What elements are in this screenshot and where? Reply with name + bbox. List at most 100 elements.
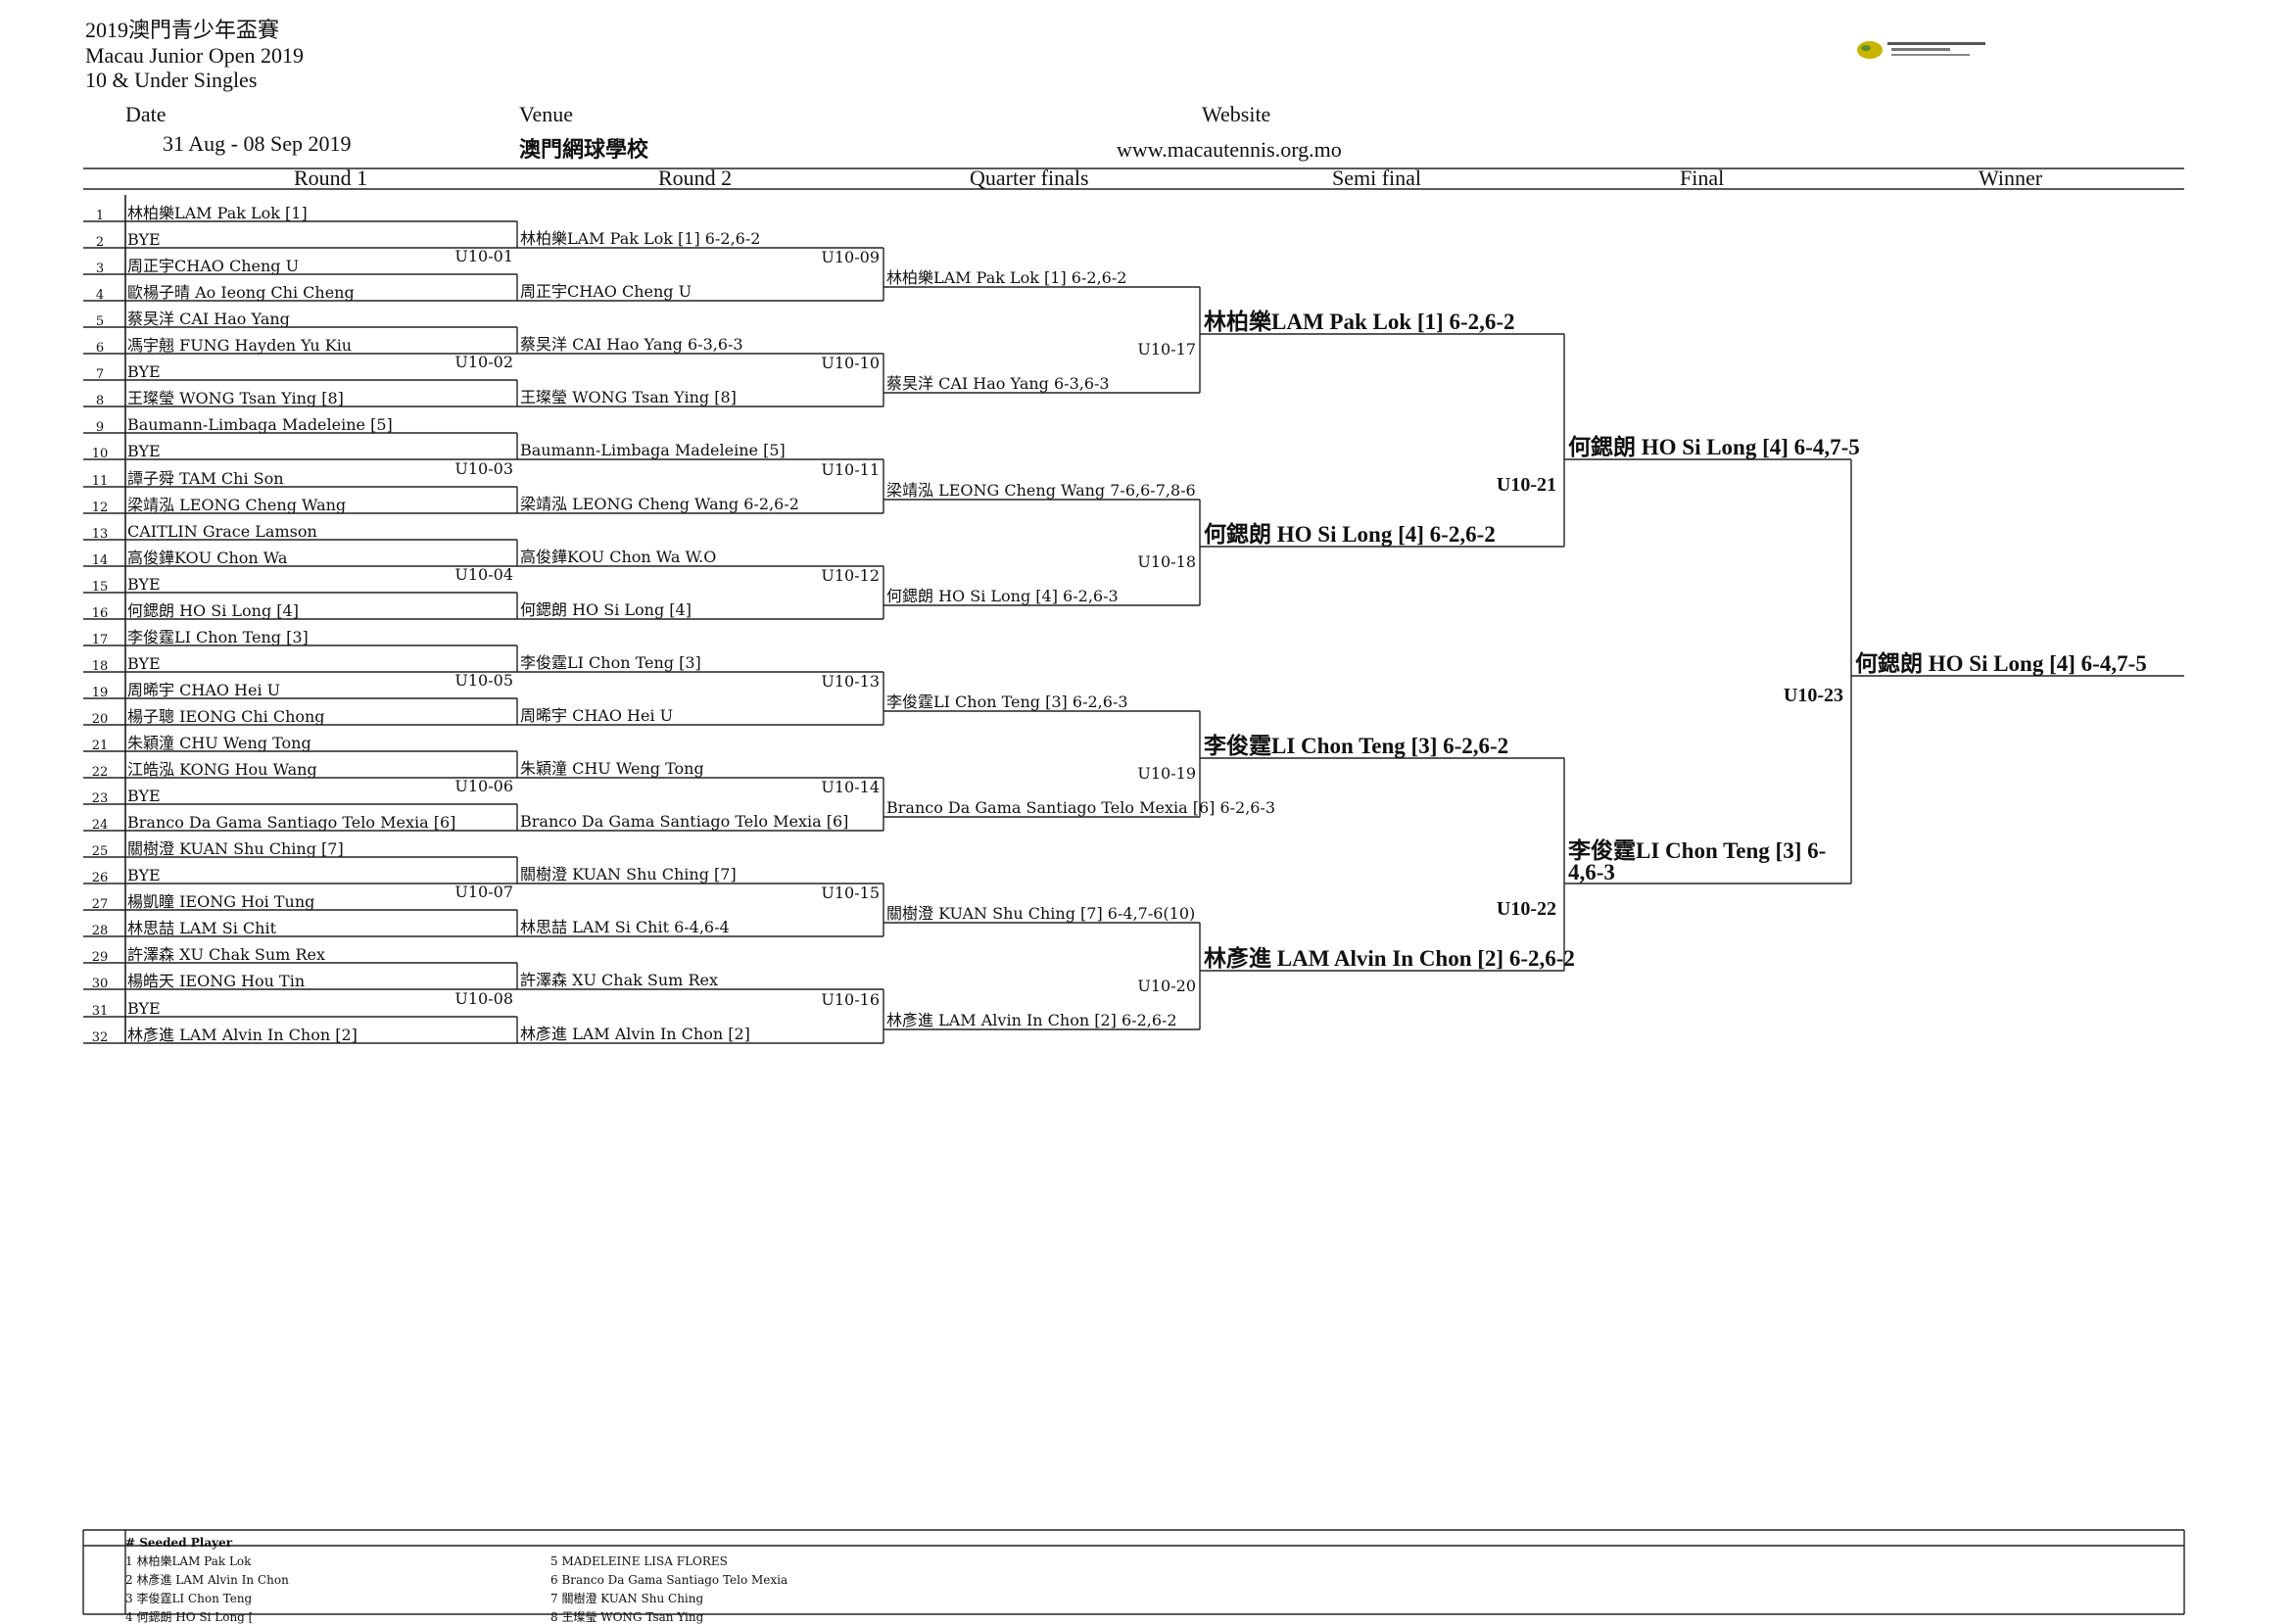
round2-entry: 蔡旲洋 CAI Hao Yang 6-3,6-3 <box>520 335 743 354</box>
round1-seed-number: 32 <box>91 1030 109 1045</box>
round1-entry: 李俊霆LI Chon Teng [3] <box>127 628 309 646</box>
round1-entry: BYE <box>127 362 161 381</box>
round1-entry: 林彥進 LAM Alvin In Chon [2] <box>127 1026 358 1044</box>
final-match-code: U10-23 <box>1783 685 1843 706</box>
semi-entry: 李俊霆LI Chon Teng [3] 6-2,6-2 <box>1204 734 1509 758</box>
round1-seed-number: 18 <box>91 659 109 674</box>
round2-match-code: U10-09 <box>821 248 880 266</box>
final-entry: 何鍶朗 HO Si Long [4] 6-4,7-5 <box>1568 435 1860 459</box>
round2-entry: 梁靖泓 LEONG Cheng Wang 6-2,6-2 <box>520 495 799 513</box>
round1-seed-number: 14 <box>91 553 109 568</box>
round2-match-code: U10-11 <box>821 460 880 479</box>
round2-entry: 朱穎潼 CHU Weng Tong <box>520 759 704 778</box>
round2-entry: 林思喆 LAM Si Chit 6-4,6-4 <box>520 918 730 936</box>
round1-entry: BYE <box>127 999 161 1018</box>
seed-3: 3 李俊霆LI Chon Teng <box>125 1592 253 1605</box>
round1-entry: Branco Da Gama Santiago Telo Mexia [6] <box>127 813 456 832</box>
round2-entry: Branco Da Gama Santiago Telo Mexia [6] <box>520 812 849 831</box>
round1-seed-number: 31 <box>91 1004 109 1019</box>
round1-match-code: U10-08 <box>454 989 513 1008</box>
winner-entry: 何鍶朗 HO Si Long [4] 6-4,7-5 <box>1855 651 2147 676</box>
round2-match-code: U10-10 <box>821 354 880 372</box>
round1-seed-number: 22 <box>91 765 109 780</box>
round1-seed-number: 21 <box>91 739 109 753</box>
semi-entry: 何鍶朗 HO Si Long [4] 6-2,6-2 <box>1204 522 1496 547</box>
round1-entry: 林柏樂LAM Pak Lok [1] <box>127 204 308 222</box>
round1-entry: 蔡旲洋 CAI Hao Yang <box>127 310 290 328</box>
round1-seed-number: 10 <box>91 447 109 461</box>
round1-entry: 關樹澄 KUAN Shu Ching [7] <box>127 839 344 858</box>
round1-entry: Baumann-Limbaga Madeleine [5] <box>127 415 393 434</box>
round1-match-code: U10-07 <box>454 883 513 901</box>
round1-entry: 譚子舜 TAM Chi Son <box>127 469 284 488</box>
round1-match-code: U10-04 <box>454 565 513 584</box>
round1-seed-number: 8 <box>95 394 105 408</box>
round1-seed-number: 25 <box>91 844 109 859</box>
round1-entry: 楊子聰 IEONG Chi Chong <box>127 707 325 726</box>
round1-seed-number: 19 <box>91 686 109 700</box>
round1-seed-number: 30 <box>91 977 109 991</box>
seed-4: 4 何鍶朗 HO Si Long [ <box>125 1610 254 1624</box>
round1-entry: BYE <box>127 575 161 594</box>
round1-match-code: U10-01 <box>454 247 513 265</box>
final-entry: 李俊霆LI Chon Teng [3] 6-4,6-3 <box>1568 838 1827 884</box>
quarter-entry: 梁靖泓 LEONG Cheng Wang 7-6,6-7,8-6 <box>886 481 1196 500</box>
round1-entry: 林思喆 LAM Si Chit <box>127 919 276 937</box>
round1-entry: BYE <box>127 654 161 673</box>
quarter-match-code: U10-20 <box>1137 977 1196 995</box>
round2-entry: Baumann-Limbaga Madeleine [5] <box>520 441 786 459</box>
round2-entry: 林柏樂LAM Pak Lok [1] 6-2,6-2 <box>520 229 761 248</box>
round1-seed-number: 23 <box>91 791 109 806</box>
seed-1: 1 林柏樂LAM Pak Lok <box>125 1554 252 1568</box>
round1-entry: 朱穎潼 CHU Weng Tong <box>127 734 311 752</box>
round1-entry: 馮宇翹 FUNG Hayden Yu Kiu <box>127 336 353 355</box>
round1-seed-number: 3 <box>95 262 105 276</box>
round1-entry: 周正宇CHAO Cheng U <box>127 257 300 275</box>
round1-seed-number: 17 <box>91 633 109 647</box>
round1-seed-number: 1 <box>95 209 105 223</box>
round2-entry: 林彥進 LAM Alvin In Chon [2] <box>520 1025 750 1043</box>
round1-entry: BYE <box>127 442 161 460</box>
round1-entry: BYE <box>127 787 161 805</box>
round1-entry: CAITLIN Grace Lamson <box>127 522 317 541</box>
quarter-entry: 林彥進 LAM Alvin In Chon [2] 6-2,6-2 <box>886 1011 1177 1029</box>
round1-seed-number: 24 <box>91 818 109 833</box>
quarter-match-code: U10-19 <box>1137 764 1196 783</box>
round1-match-code: U10-03 <box>454 459 513 478</box>
quarter-entry: 何鍶朗 HO Si Long [4] 6-2,6-3 <box>886 587 1119 605</box>
quarter-match-code: U10-18 <box>1137 552 1196 571</box>
quarter-entry: Branco Da Gama Santiago Telo Mexia [6] 6… <box>886 798 1276 817</box>
seed-2: 2 林彥進 LAM Alvin In Chon <box>125 1573 289 1587</box>
round1-seed-number: 11 <box>91 474 109 489</box>
round1-seed-number: 15 <box>91 580 109 595</box>
round1-seed-number: 20 <box>91 712 109 727</box>
round1-seed-number: 13 <box>91 527 109 542</box>
round1-match-code: U10-06 <box>454 777 513 795</box>
quarter-match-code: U10-17 <box>1137 340 1196 358</box>
round1-match-code: U10-02 <box>454 353 513 371</box>
round1-seed-number: 28 <box>91 924 109 938</box>
round2-entry: 關樹澄 KUAN Shu Ching [7] <box>520 865 737 884</box>
round2-match-code: U10-12 <box>821 566 880 585</box>
round2-entry: 周正宇CHAO Cheng U <box>520 282 692 301</box>
round2-entry: 許澤森 XU Chak Sum Rex <box>520 971 718 989</box>
round1-entry: 江皓泓 KONG Hou Wang <box>127 760 317 779</box>
round2-entry: 王璨瑩 WONG Tsan Ying [8] <box>520 388 737 406</box>
round1-seed-number: 12 <box>91 501 109 515</box>
seed-7: 7 關樹澄 KUAN Shu Ching <box>550 1592 704 1605</box>
seed-6: 6 Branco Da Gama Santiago Telo Mexia <box>550 1573 788 1587</box>
semi-entry: 林柏樂LAM Pak Lok [1] 6-2,6-2 <box>1204 310 1515 334</box>
semi-match-code: U10-22 <box>1496 898 1556 920</box>
round1-seed-number: 7 <box>95 367 105 382</box>
round1-entry: 何鍶朗 HO Si Long [4] <box>127 601 299 620</box>
round1-seed-number: 4 <box>95 288 105 303</box>
round1-seed-number: 5 <box>95 314 105 329</box>
round1-seed-number: 16 <box>91 606 109 621</box>
seed-5: 5 MADELEINE LISA FLORES <box>550 1554 728 1568</box>
round1-seed-number: 9 <box>95 420 105 435</box>
round2-entry: 周晞宇 CHAO Hei U <box>520 706 674 725</box>
round1-entry: 高俊鏵KOU Chon Wa <box>127 549 288 567</box>
semi-match-code: U10-21 <box>1496 474 1556 496</box>
semi-entry: 林彥進 LAM Alvin In Chon [2] 6-2,6-2 <box>1204 946 1575 971</box>
round2-entry: 李俊霆LI Chon Teng [3] <box>520 653 701 672</box>
